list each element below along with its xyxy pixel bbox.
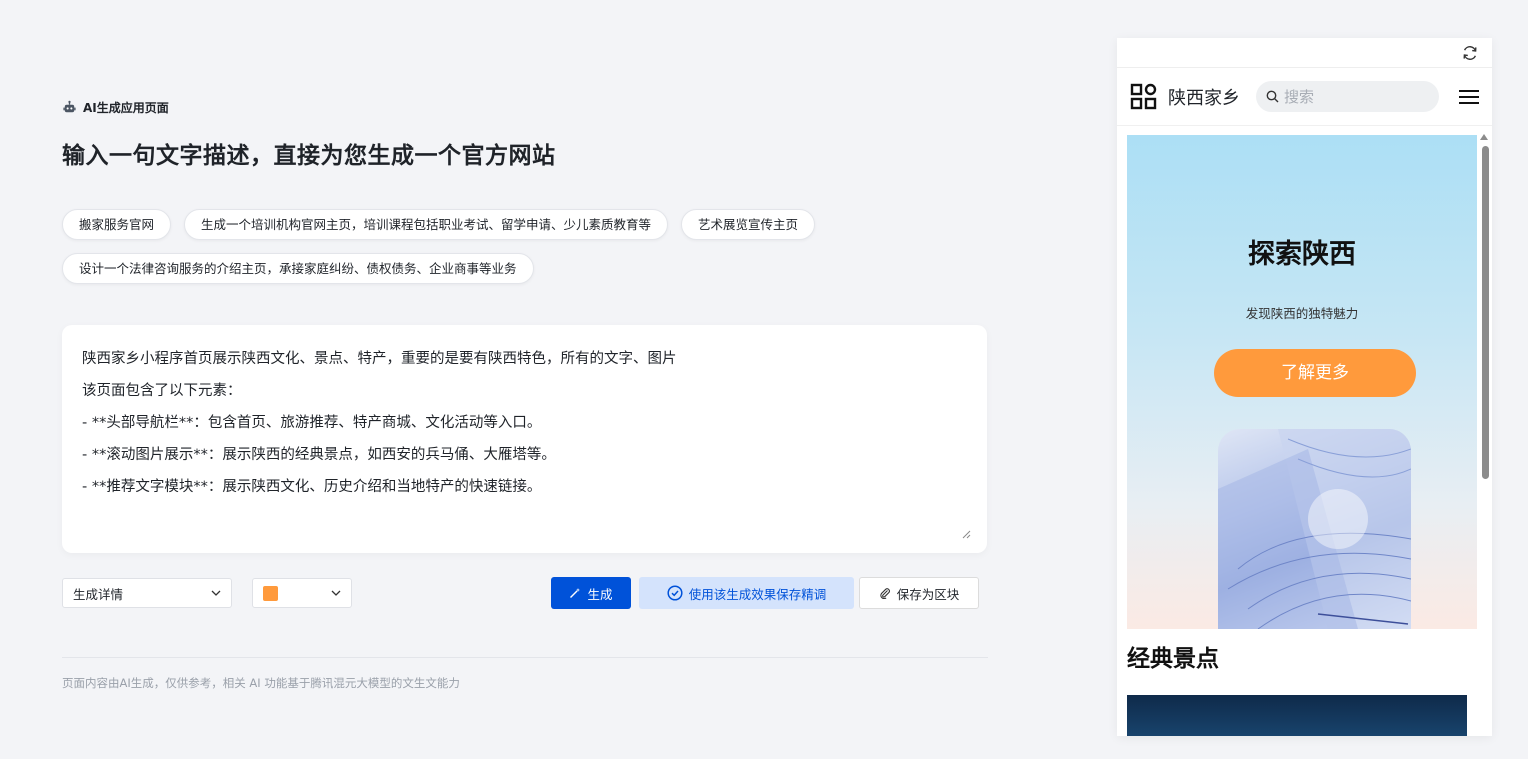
detail-select[interactable]: 生成详情 <box>62 578 232 608</box>
refresh-icon[interactable] <box>1462 45 1478 61</box>
app-grid-logo-icon[interactable] <box>1130 83 1158 111</box>
paperclip-icon <box>880 588 890 599</box>
generate-button[interactable]: 生成 <box>551 577 631 609</box>
divider <box>62 657 988 658</box>
site-search-input[interactable] <box>1284 87 1424 106</box>
save-fine-tune-label: 使用该生成效果保存精调 <box>688 586 827 602</box>
generate-label: 生成 <box>587 586 613 602</box>
chip-legal-consulting[interactable]: 设计一个法律咨询服务的介绍主页，承接家庭纠纷、债权债务、企业商事等业务 <box>62 253 534 284</box>
action-bar: 生成详情 生成 使用该生成效果保存精调 保存为区块 <box>62 577 987 609</box>
save-fine-tune-button[interactable]: 使用该生成效果保存精调 <box>639 577 854 609</box>
chip-training-institute[interactable]: 生成一个培训机构官网主页，培训课程包括职业考试、留学申请、少儿素质教育等 <box>184 209 669 240</box>
hero-banner: 探索陕西 发现陕西的独特魅力 了解更多 <box>1127 135 1477 629</box>
save-as-block-button[interactable]: 保存为区块 <box>859 577 979 609</box>
example-chips: 搬家服务官网 生成一个培训机构官网主页，培训课程包括职业考试、留学申请、少儿素质… <box>62 209 862 297</box>
hamburger-menu-icon[interactable] <box>1459 89 1479 105</box>
section-title: 经典景点 <box>1127 646 1219 672</box>
chip-art-exhibition[interactable]: 艺术展览宣传主页 <box>681 209 816 240</box>
site-search-box[interactable] <box>1256 81 1439 112</box>
scroll-up-icon[interactable] <box>1480 134 1488 140</box>
resize-grip-icon[interactable] <box>962 530 971 539</box>
scrollbar-thumb[interactable] <box>1482 146 1489 479</box>
color-swatch <box>263 585 278 601</box>
chevron-down-icon <box>211 590 221 596</box>
search-icon <box>1266 90 1279 103</box>
preview-scrollbar[interactable] <box>1480 134 1490 734</box>
learn-more-button[interactable]: 了解更多 <box>1214 349 1416 397</box>
chip-moving-service[interactable]: 搬家服务官网 <box>62 209 172 240</box>
magic-wand-icon <box>570 588 581 598</box>
color-select[interactable] <box>252 578 352 608</box>
prompt-line: 该页面包含了以下元素： <box>82 383 242 399</box>
prompt-line: - **推荐文字模块**：展示陕西文化、历史介绍和当地特产的快速链接。 <box>82 479 542 495</box>
prompt-line: - **头部导航栏**：包含首页、旅游推荐、特产商城、文化活动等入口。 <box>82 415 542 431</box>
attraction-image <box>1127 695 1467 736</box>
robot-icon <box>63 100 76 113</box>
hero-title: 探索陕西 <box>1248 239 1356 270</box>
chevron-down-icon <box>331 590 341 596</box>
check-circle-icon <box>667 585 683 601</box>
page-title: 输入一句文字描述，直接为您生成一个官方网站 <box>62 143 556 169</box>
ai-tag: AI生成应用页面 <box>62 99 169 116</box>
hero-image <box>1218 429 1411 629</box>
generator-panel: AI生成应用页面 输入一句文字描述，直接为您生成一个官方网站 搬家服务官网 生成… <box>62 0 988 759</box>
detail-select-value: 生成详情 <box>73 586 124 602</box>
ai-tag-label: AI生成应用页面 <box>83 101 169 115</box>
mobile-preview: 陕西家乡 探索陕西 发现陕西的独特魅力 了解更多 <box>1117 38 1492 736</box>
preview-content: 探索陕西 发现陕西的独特魅力 了解更多 经典景点 <box>1117 127 1492 736</box>
hero-subtitle: 发现陕西的独特魅力 <box>1245 306 1359 321</box>
prompt-textarea[interactable]: 陕西家乡小程序首页展示陕西文化、景点、特产，重要的是要有陕西特色，所有的文字、图… <box>62 325 987 553</box>
abstract-building-image <box>1218 429 1411 629</box>
disclaimer-text: 页面内容由AI生成，仅供参考，相关 AI 功能基于腾讯混元大模型的文生文能力 <box>62 676 460 690</box>
site-name: 陕西家乡 <box>1168 87 1240 109</box>
prompt-line: 陕西家乡小程序首页展示陕西文化、景点、特产，重要的是要有陕西特色，所有的文字、图… <box>82 351 677 367</box>
prompt-line: - **滚动图片展示**：展示陕西的经典景点，如西安的兵马俑、大雁塔等。 <box>82 447 556 463</box>
preview-toolbar <box>1117 38 1492 68</box>
site-navbar: 陕西家乡 <box>1117 68 1492 126</box>
save-as-block-label: 保存为区块 <box>896 586 960 602</box>
